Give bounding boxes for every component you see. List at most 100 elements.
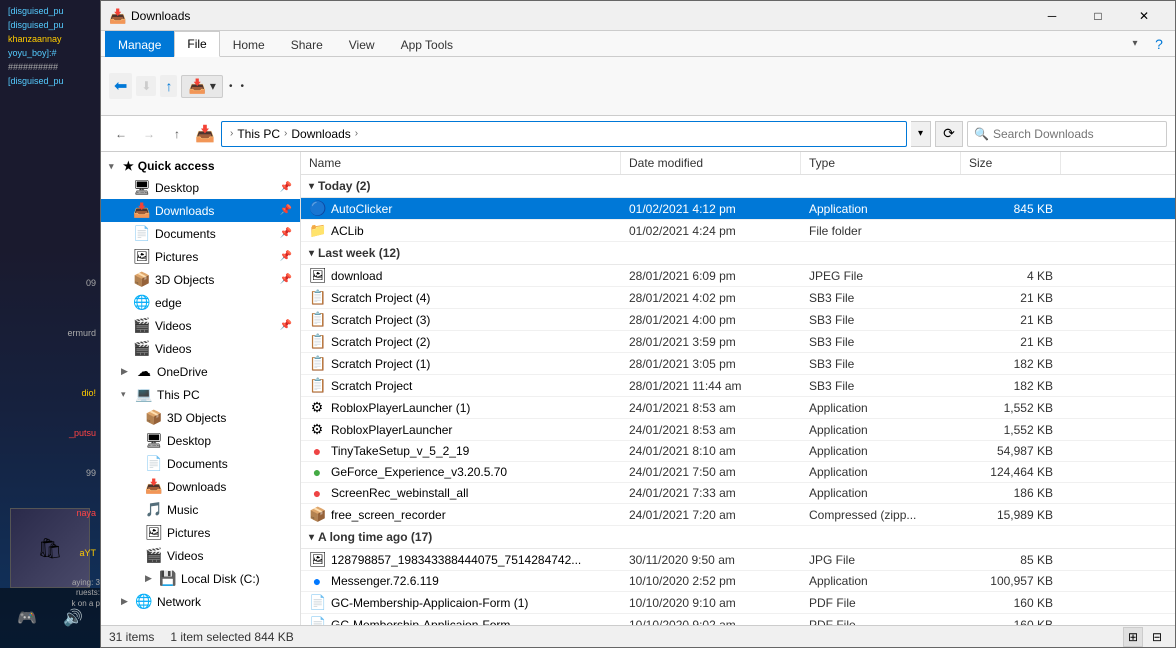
nav-3dobjects-pc[interactable]: 📦 3D Objects [101, 406, 300, 429]
group-expand-today[interactable]: ▾ [309, 181, 314, 192]
up-button[interactable]: ↑ [165, 122, 189, 146]
refresh-button[interactable]: ⟳ [935, 121, 963, 147]
address-dropdown-btn[interactable]: ▾ [911, 121, 931, 147]
scratch1-icon: 📋 [309, 355, 325, 372]
scratch3-icon: 📋 [309, 311, 325, 328]
thispc-icon: 💻 [135, 386, 153, 403]
file-row-freescreenrecorder[interactable]: 📦free_screen_recorder 24/01/2021 7:20 am… [301, 504, 1175, 526]
tab-share[interactable]: Share [278, 31, 336, 57]
file-row-scratch[interactable]: 📋Scratch Project 28/01/2021 11:44 am SB3… [301, 375, 1175, 397]
close-button[interactable]: ✕ [1121, 1, 1167, 31]
file-row-scratch3[interactable]: 📋Scratch Project (3) 28/01/2021 4:00 pm … [301, 309, 1175, 331]
sidebar-chat-item: yoyu_boy]:# [4, 46, 96, 60]
selection-info: 1 item selected 844 KB [170, 630, 293, 644]
path-downloads[interactable]: Downloads [291, 127, 350, 141]
tab-file[interactable]: File [174, 31, 219, 57]
file-row-gcform1[interactable]: 📄GC-Membership-Applicaion-Form (1) 10/10… [301, 592, 1175, 614]
group-expand-longtime[interactable]: ▾ [309, 532, 314, 543]
downloads-location-button[interactable]: 📥 [193, 122, 217, 146]
3dobjects-icon: 📦 [133, 271, 151, 288]
expand-arrow-pc: ▾ [121, 389, 131, 400]
nav-localdisk-pc[interactable]: ▶ 💾 Local Disk (C:) [101, 567, 300, 590]
nav-videos-pc[interactable]: 🎬 Videos [101, 544, 300, 567]
file-row-roblox1[interactable]: ⚙RobloxPlayerLauncher (1) 24/01/2021 8:5… [301, 397, 1175, 419]
status-bar: 31 items 1 item selected 844 KB ⊞ ⊟ [101, 625, 1175, 647]
col-size[interactable]: Size [961, 152, 1061, 174]
nav-music-pc[interactable]: 🎵 Music [101, 498, 300, 521]
nav-downloads-quick[interactable]: 📥 Downloads 📌 [101, 199, 300, 222]
file-row-gcform[interactable]: 📄GC-Membership-Applicaion-Form 10/10/202… [301, 614, 1175, 625]
file-row-screenrec[interactable]: ●ScreenRec_webinstall_all 24/01/2021 7:3… [301, 483, 1175, 504]
address-path[interactable]: › This PC › Downloads › [221, 121, 907, 147]
nav-documents-pc[interactable]: 📄 Documents [101, 452, 300, 475]
expand-arrow-hdd: ▶ [145, 573, 155, 584]
pin-icon6: 📌 [280, 320, 292, 331]
nav-desktop-quick[interactable]: 🖥 Desktop 📌 [101, 176, 300, 199]
nav-pictures-pc[interactable]: 🖼 Pictures [101, 521, 300, 544]
ribbon-up-btn[interactable]: ↑ [160, 75, 177, 97]
ribbon-content: ⬅ ⬇ ↑ 📥 ▾ • • [101, 57, 1175, 115]
column-header: Name Date modified Type Size [301, 152, 1175, 175]
tab-app-tools[interactable]: App Tools [388, 31, 466, 57]
sidebar-chat-item: [disguised_pu [4, 74, 96, 88]
help-button[interactable]: ? [1147, 32, 1171, 56]
search-input[interactable] [993, 127, 1160, 141]
gcform-icon: 📄 [309, 616, 325, 625]
file-row-scratch2[interactable]: 📋Scratch Project (2) 28/01/2021 3:59 pm … [301, 331, 1175, 353]
file-row-128798[interactable]: 🖼128798857_198343388444075_7514284742...… [301, 549, 1175, 571]
autoclicker-size: 845 KB [961, 200, 1061, 218]
videos-icon: 🎬 [133, 317, 151, 334]
nav-documents-quick[interactable]: 📄 Documents 📌 [101, 222, 300, 245]
file-row-scratch1[interactable]: 📋Scratch Project (1) 28/01/2021 3:05 pm … [301, 353, 1175, 375]
pin-icon4: 📌 [280, 251, 292, 262]
autoclicker-date: 01/02/2021 4:12 pm [621, 200, 801, 218]
file-row-scratch4[interactable]: 📋Scratch Project (4) 28/01/2021 4:02 pm … [301, 287, 1175, 309]
pictures2-icon: 🖼 [145, 524, 163, 541]
network-icon: 🌐 [135, 593, 153, 610]
nav-desktop-pc[interactable]: 🖥 Desktop [101, 429, 300, 452]
file-row-download[interactable]: 🖼download 28/01/2021 6:09 pm JPEG File 4… [301, 265, 1175, 287]
group-expand-lastweek[interactable]: ▾ [309, 248, 314, 259]
nav-edge-quick[interactable]: 🌐 edge [101, 291, 300, 314]
file-row-messenger[interactable]: ●Messenger.72.6.119 10/10/2020 2:52 pm A… [301, 571, 1175, 592]
col-type[interactable]: Type [801, 152, 961, 174]
tab-view[interactable]: View [336, 31, 388, 57]
nav-thispc[interactable]: ▾ 💻 This PC [101, 383, 300, 406]
view-details-button[interactable]: ⊞ [1123, 627, 1143, 647]
view-large-icons-button[interactable]: ⊟ [1147, 627, 1167, 647]
file-row-aclib[interactable]: 📁 ACLib 01/02/2021 4:24 pm File folder [301, 220, 1175, 242]
nav-3dobjects-quick[interactable]: 📦 3D Objects 📌 [101, 268, 300, 291]
file-row-roblox[interactable]: ⚙RobloxPlayerLauncher 24/01/2021 8:53 am… [301, 419, 1175, 441]
nav-videos2-quick[interactable]: 🎬 Videos [101, 337, 300, 360]
path-thispc[interactable]: This PC [237, 127, 280, 141]
nav-network[interactable]: ▶ 🌐 Network [101, 590, 300, 613]
ribbon-downloads-btn[interactable]: 📥 ▾ [181, 75, 222, 98]
path-separator-3: › [355, 128, 358, 139]
tab-home[interactable]: Home [220, 31, 278, 57]
forward-button[interactable]: → [137, 122, 161, 146]
back-button[interactable]: ← [109, 122, 133, 146]
ribbon-forward-btn[interactable]: ⬇ [136, 76, 156, 96]
nav-downloads-pc[interactable]: 📥 Downloads [101, 475, 300, 498]
ribbon-back-btn[interactable]: ⬅ [109, 73, 132, 99]
minimize-button[interactable]: ─ [1029, 1, 1075, 31]
nav-onedrive[interactable]: ▶ ☁ OneDrive [101, 360, 300, 383]
autoclicker-icon: 🔵 [309, 200, 325, 217]
videos3-icon: 🎬 [145, 547, 163, 564]
file-row-autoclicker[interactable]: 🔵 AutoClicker 01/02/2021 4:12 pm Applica… [301, 198, 1175, 220]
title-bar-text: Downloads [131, 9, 1029, 23]
group-lastweek: ▾ Last week (12) [301, 242, 1175, 265]
nav-pictures-quick[interactable]: 🖼 Pictures 📌 [101, 245, 300, 268]
tab-manage[interactable]: Manage [105, 31, 174, 57]
nav-videos1-quick[interactable]: 🎬 Videos 📌 [101, 314, 300, 337]
view-controls: ⊞ ⊟ [1123, 627, 1167, 647]
col-date[interactable]: Date modified [621, 152, 801, 174]
ribbon-collapse-btn[interactable]: ▾ [1123, 32, 1147, 56]
maximize-button[interactable]: □ [1075, 1, 1121, 31]
file-row-geforce[interactable]: ●GeForce_Experience_v3.20.5.70 24/01/202… [301, 462, 1175, 483]
col-name[interactable]: Name [301, 152, 621, 174]
file-list: Name Date modified Type Size ▾ Today (2)… [301, 152, 1175, 625]
quick-access-header[interactable]: ▾ ★ Quick access [101, 156, 300, 176]
file-row-tinytake[interactable]: ●TinyTakeSetup_v_5_2_19 24/01/2021 8:10 … [301, 441, 1175, 462]
expand-arrow-net: ▶ [121, 596, 131, 607]
